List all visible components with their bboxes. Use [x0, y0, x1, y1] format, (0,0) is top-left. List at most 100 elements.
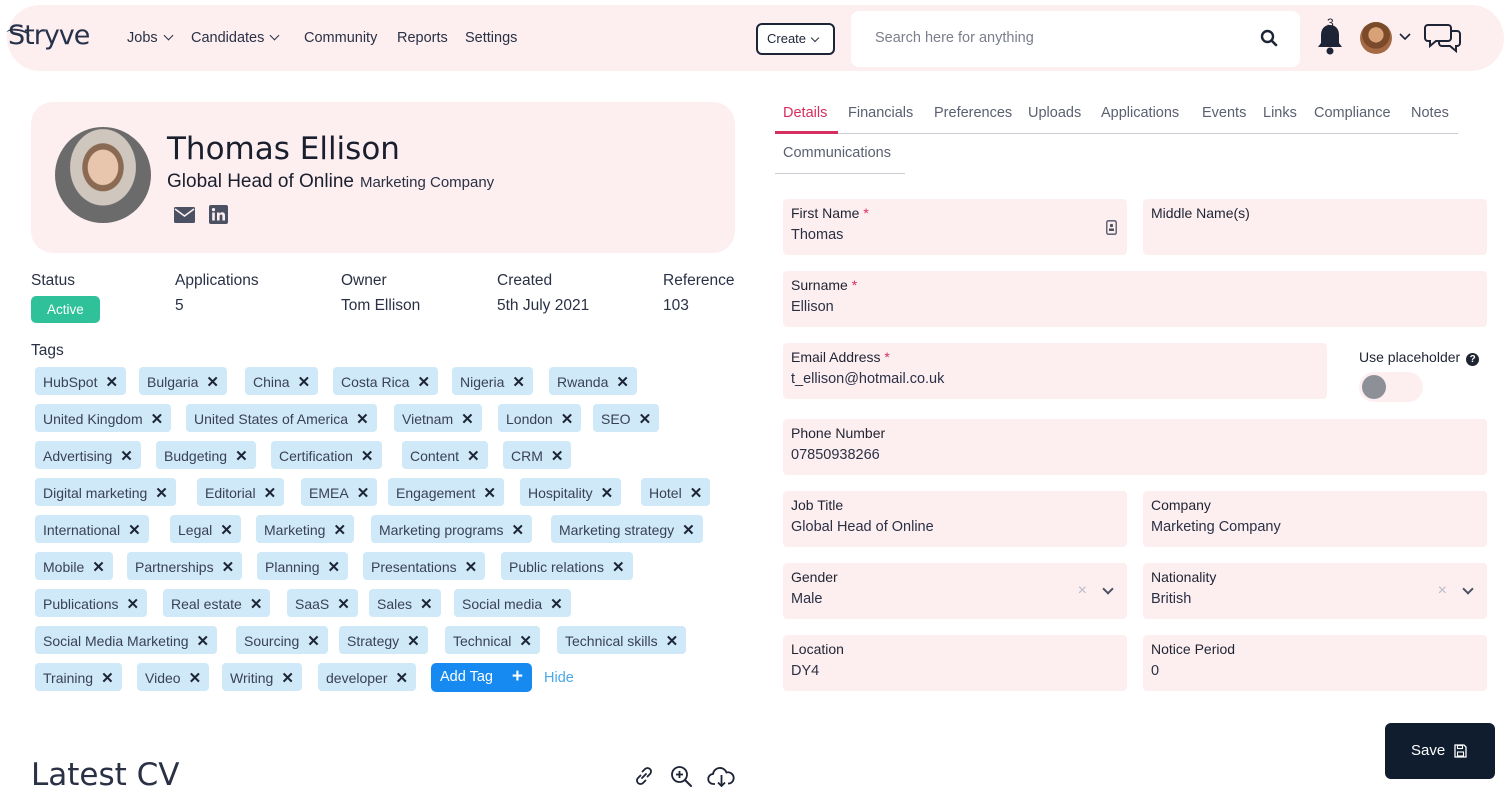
tag-chip[interactable]: Budgeting ✕	[156, 441, 256, 469]
tag-chip[interactable]: Nigeria ✕	[452, 367, 533, 395]
email-icon[interactable]	[174, 207, 195, 223]
tag-chip[interactable]: Mobile ✕	[35, 552, 113, 580]
remove-tag-icon[interactable]: ✕	[361, 448, 374, 465]
tag-chip[interactable]: Engagement ✕	[388, 478, 504, 506]
add-tag-button[interactable]: Add Tag +	[431, 663, 532, 692]
search-icon[interactable]	[1260, 29, 1278, 47]
tag-chip[interactable]: Planning ✕	[257, 552, 349, 580]
remove-tag-icon[interactable]: ✕	[483, 485, 496, 502]
chevron-down-icon[interactable]	[1399, 32, 1411, 42]
bell-icon[interactable]	[1314, 22, 1346, 56]
tag-chip[interactable]: Technical ✕	[445, 626, 540, 654]
tag-chip[interactable]: Partnerships ✕	[127, 552, 243, 580]
nav-community[interactable]: Community	[304, 30, 377, 46]
zoom-in-icon[interactable]	[670, 765, 693, 788]
remove-tag-icon[interactable]: ✕	[155, 485, 168, 502]
tag-chip[interactable]: Presentations ✕	[363, 552, 486, 580]
remove-tag-icon[interactable]: ✕	[333, 522, 346, 539]
remove-tag-icon[interactable]: ✕	[519, 633, 532, 650]
remove-tag-icon[interactable]: ✕	[101, 670, 114, 687]
tag-chip[interactable]: Publications ✕	[35, 589, 148, 617]
remove-tag-icon[interactable]: ✕	[220, 522, 233, 539]
remove-tag-icon[interactable]: ✕	[235, 448, 248, 465]
remove-tag-icon[interactable]: ✕	[222, 559, 235, 576]
chevron-down-icon[interactable]	[1462, 583, 1474, 595]
remove-tag-icon[interactable]: ✕	[189, 670, 202, 687]
middle-name-field[interactable]: Middle Name(s)	[1143, 199, 1487, 255]
surname-field[interactable]: Surname * Ellison	[783, 271, 1487, 327]
tag-chip[interactable]: developer ✕	[318, 663, 417, 691]
remove-tag-icon[interactable]: ✕	[550, 596, 563, 613]
tag-chip[interactable]: HubSpot ✕	[35, 367, 127, 395]
remove-tag-icon[interactable]: ✕	[612, 559, 625, 576]
tag-chip[interactable]: United States of America ✕	[186, 404, 377, 432]
job-title-field[interactable]: Job Title Global Head of Online	[783, 491, 1127, 547]
tab-uploads[interactable]: Uploads	[1028, 105, 1081, 121]
nav-jobs[interactable]: Jobs	[127, 30, 174, 46]
remove-tag-icon[interactable]: ✕	[328, 559, 341, 576]
user-avatar[interactable]	[1360, 22, 1392, 54]
tag-chip[interactable]: Sales ✕	[369, 589, 441, 617]
remove-tag-icon[interactable]: ✕	[357, 485, 370, 502]
remove-tag-icon[interactable]: ✕	[461, 411, 474, 428]
tag-chip[interactable]: Content ✕	[402, 441, 488, 469]
remove-tag-icon[interactable]: ✕	[512, 374, 525, 391]
remove-tag-icon[interactable]: ✕	[281, 670, 294, 687]
chevron-down-icon[interactable]	[1102, 583, 1114, 595]
tag-chip[interactable]: Bulgaria ✕	[139, 367, 227, 395]
tag-chip[interactable]: SEO ✕	[593, 404, 660, 432]
remove-tag-icon[interactable]: ✕	[666, 633, 679, 650]
tag-chip[interactable]: International ✕	[35, 515, 149, 543]
gender-select[interactable]: Gender Male ×	[783, 563, 1127, 619]
remove-tag-icon[interactable]: ✕	[616, 374, 629, 391]
tab-compliance[interactable]: Compliance	[1314, 105, 1391, 121]
tag-chip[interactable]: Vietnam ✕	[394, 404, 482, 432]
tag-chip[interactable]: Public relations ✕	[501, 552, 633, 580]
first-name-field[interactable]: First Name * Thomas	[783, 199, 1127, 255]
tab-financials[interactable]: Financials	[848, 105, 913, 121]
tag-chip[interactable]: Strategy ✕	[339, 626, 428, 654]
phone-number-field[interactable]: Phone Number 07850938266	[783, 419, 1487, 475]
remove-tag-icon[interactable]: ✕	[639, 411, 652, 428]
tag-chip[interactable]: Hospitality ✕	[520, 478, 622, 506]
clear-icon[interactable]: ×	[1438, 582, 1447, 600]
tag-chip[interactable]: Hotel ✕	[641, 478, 711, 506]
nav-settings[interactable]: Settings	[465, 30, 517, 46]
tag-chip[interactable]: Real estate ✕	[163, 589, 271, 617]
use-placeholder-toggle[interactable]	[1359, 372, 1423, 402]
save-button[interactable]: Save	[1385, 723, 1495, 779]
tag-chip[interactable]: Editorial ✕	[197, 478, 285, 506]
remove-tag-icon[interactable]: ✕	[92, 559, 105, 576]
tag-chip[interactable]: Marketing ✕	[256, 515, 355, 543]
remove-tag-icon[interactable]: ✕	[264, 485, 277, 502]
remove-tag-icon[interactable]: ✕	[512, 522, 525, 539]
tab-notes[interactable]: Notes	[1411, 105, 1449, 121]
remove-tag-icon[interactable]: ✕	[420, 596, 433, 613]
tag-chip[interactable]: United Kingdom ✕	[35, 404, 172, 432]
email-field[interactable]: Email Address * t_ellison@hotmail.co.uk	[783, 343, 1327, 399]
tag-chip[interactable]: Certification ✕	[271, 441, 382, 469]
location-field[interactable]: Location DY4	[783, 635, 1127, 691]
remove-tag-icon[interactable]: ✕	[601, 485, 614, 502]
remove-tag-icon[interactable]: ✕	[206, 374, 219, 391]
stryve-logo[interactable]: Stryve	[5, 20, 90, 51]
tag-chip[interactable]: Technical skills ✕	[557, 626, 687, 654]
remove-tag-icon[interactable]: ✕	[120, 448, 133, 465]
tag-chip[interactable]: Rwanda ✕	[549, 367, 637, 395]
tag-chip[interactable]: Costa Rica ✕	[333, 367, 439, 395]
remove-tag-icon[interactable]: ✕	[465, 559, 478, 576]
linkedin-icon[interactable]	[209, 205, 228, 224]
tag-chip[interactable]: Sourcing ✕	[236, 626, 328, 654]
tab-applications[interactable]: Applications	[1101, 105, 1179, 121]
tag-chip[interactable]: Digital marketing ✕	[35, 478, 176, 506]
remove-tag-icon[interactable]: ✕	[551, 448, 564, 465]
remove-tag-icon[interactable]: ✕	[337, 596, 350, 613]
tab-preferences[interactable]: Preferences	[934, 105, 1012, 121]
tag-chip[interactable]: Advertising ✕	[35, 441, 141, 469]
clear-icon[interactable]: ×	[1078, 582, 1087, 600]
tag-chip[interactable]: Social media ✕	[454, 589, 571, 617]
tag-chip[interactable]: Video ✕	[137, 663, 210, 691]
chat-icon[interactable]	[1424, 21, 1464, 53]
tag-chip[interactable]: Training ✕	[35, 663, 122, 691]
tag-chip[interactable]: Writing ✕	[222, 663, 302, 691]
